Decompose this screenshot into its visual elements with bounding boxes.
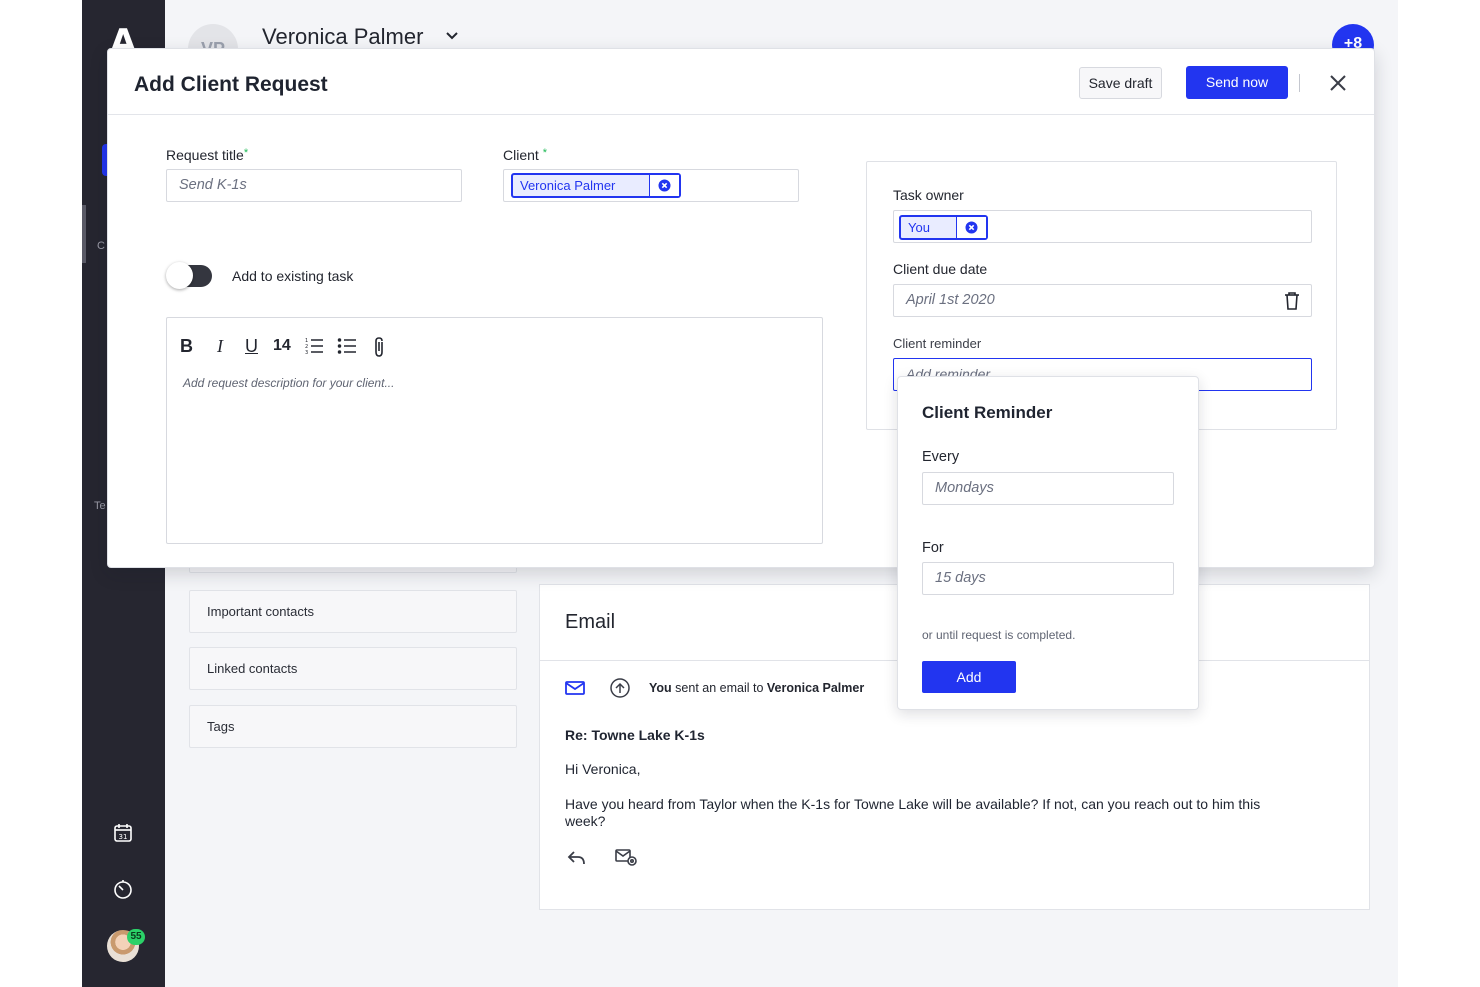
sender: You: [649, 681, 672, 695]
recipient: Veronica Palmer: [766, 681, 865, 695]
panel-tags[interactable]: Tags: [189, 705, 517, 748]
font-size-button[interactable]: 14: [273, 337, 291, 359]
modal-title: Add Client Request: [134, 73, 328, 96]
due-date-input[interactable]: April 1st 2020: [893, 284, 1312, 317]
calendar-icon[interactable]: 31: [112, 822, 134, 844]
email-subject: Re: Towne Lake K-1s: [565, 727, 705, 743]
client-label: Client *: [503, 147, 547, 163]
attachment-icon[interactable]: [371, 336, 387, 358]
due-date-label: Client due date: [893, 261, 988, 277]
mail-icon: [564, 677, 586, 699]
description-editor[interactable]: B I U 14 123 Add request description for…: [166, 317, 823, 544]
task-owner-label: Task owner: [893, 187, 964, 203]
description-placeholder: Add request description for your client.…: [183, 376, 395, 390]
label-text: Request title: [166, 147, 244, 163]
toggle-label: Add to existing task: [232, 268, 354, 284]
remove-chip-icon[interactable]: [956, 217, 986, 238]
required-mark: *: [542, 147, 547, 159]
send-now-button[interactable]: Send now: [1186, 66, 1288, 99]
request-title-label: Request title*: [166, 147, 248, 163]
for-input[interactable]: 15 days: [922, 562, 1174, 595]
email-heading: Email: [565, 611, 616, 633]
email-greeting: Hi Veronica,: [565, 761, 641, 777]
numbered-list-icon[interactable]: 123: [304, 336, 324, 358]
task-owner-chip: You: [899, 215, 988, 240]
mail-settings-icon[interactable]: [614, 846, 637, 868]
request-title-input[interactable]: Send K-1s: [166, 169, 462, 202]
toggle-knob: [166, 262, 193, 289]
divider: [1299, 74, 1300, 92]
trash-icon[interactable]: [1284, 292, 1300, 310]
every-input[interactable]: Mondays: [922, 472, 1174, 505]
client-chip: Veronica Palmer: [511, 173, 681, 198]
reminder-label: Client reminder: [893, 336, 982, 351]
bulleted-list-icon[interactable]: [337, 336, 357, 358]
app-frame: A C Te 31 55 VP Veronica Palmer +8 Impor…: [82, 0, 1398, 987]
rail-label-partial[interactable]: C: [97, 240, 105, 252]
contact-name[interactable]: Veronica Palmer: [262, 24, 423, 50]
svg-text:3: 3: [305, 350, 308, 356]
chevron-down-icon[interactable]: [444, 28, 460, 44]
email-body: Have you heard from Taylor when the K-1s…: [565, 796, 1261, 829]
svg-text:31: 31: [119, 833, 128, 841]
chip-label: You: [908, 220, 930, 235]
sent-line: You sent an email to Veronica Palmer: [649, 681, 864, 695]
rail-active-marker: [82, 205, 86, 263]
for-label: For: [922, 540, 944, 556]
required-mark: *: [243, 147, 249, 159]
reminder-note: or until request is completed.: [922, 628, 1076, 642]
every-label: Every: [922, 449, 960, 465]
label-text: Client: [503, 147, 539, 163]
sent-text: sent an email to: [675, 681, 764, 695]
bold-button[interactable]: B: [180, 336, 193, 358]
due-date-value: April 1st 2020: [906, 292, 995, 308]
italic-button[interactable]: I: [217, 336, 223, 358]
add-to-existing-task-toggle[interactable]: [166, 262, 212, 289]
underline-button[interactable]: U: [245, 336, 258, 358]
upload-icon: [609, 677, 631, 699]
rail-label-partial[interactable]: Te: [94, 500, 106, 512]
reply-icon[interactable]: [566, 847, 588, 869]
chip-label: Veronica Palmer: [520, 178, 616, 193]
remove-chip-icon[interactable]: [649, 175, 679, 196]
save-draft-button[interactable]: Save draft: [1079, 67, 1162, 99]
panel-linked-contacts[interactable]: Linked contacts: [189, 647, 517, 690]
client-reminder-popover: Client Reminder Every Mondays For 15 day…: [897, 376, 1199, 710]
popover-title: Client Reminder: [922, 403, 1053, 422]
notification-badge: 55: [127, 929, 145, 945]
panel-important-contacts[interactable]: Important contacts: [189, 590, 517, 633]
add-reminder-button[interactable]: Add: [922, 661, 1016, 693]
close-icon[interactable]: [1326, 71, 1350, 95]
divider: [108, 114, 1374, 115]
timer-icon[interactable]: [112, 878, 134, 900]
